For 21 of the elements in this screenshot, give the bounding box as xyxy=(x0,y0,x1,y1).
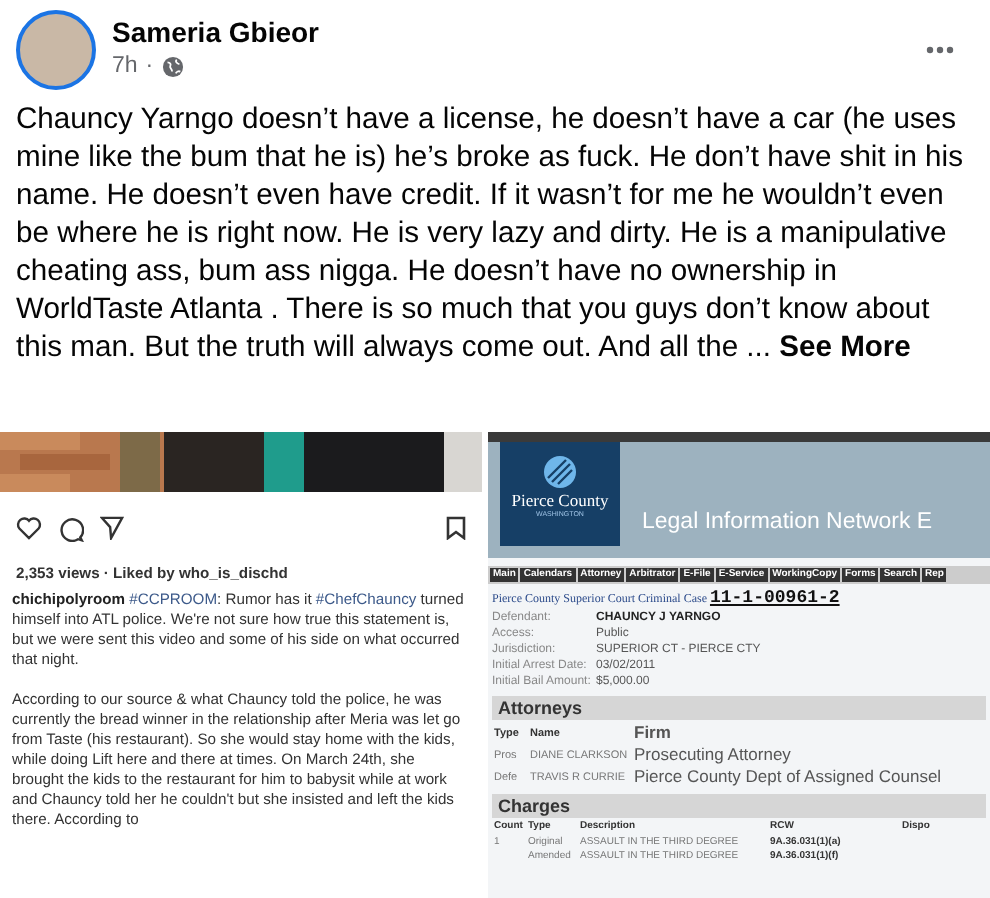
post-time[interactable]: 7h xyxy=(112,49,138,85)
logo-icon xyxy=(542,454,578,490)
case-number: 11-1-00961-2 xyxy=(709,588,840,608)
column-header: Firm xyxy=(634,722,673,744)
logo-text: Pierce County xyxy=(511,490,609,510)
comment-icon[interactable] xyxy=(58,515,84,541)
post-text: Chauncy Yarngo doesn’t have a license, he doesn’t have a car (he uses mine like the bum that he is) he’s broke as fuck. He don’t have shit in his name. He doesn’t even have credit. If it wasn’t for me he wouldn’t even be where he is right now. He is very lazy and dirty. He is a manipulative cheating ass, bum ass nigga. He doesn’t have no ownership in WorldTaste Atlanta . There is so much that you guys don’t know about this man. But the truth will always come out. And all the ... See More xyxy=(14,102,965,368)
table-cell-text: Prosecuting Attorney xyxy=(634,744,793,766)
table-cell-text: Pierce County Dept of Assigned Counsel xyxy=(634,766,944,788)
banner-title: Legal Information Network E xyxy=(642,514,933,530)
avatar[interactable] xyxy=(16,10,96,90)
section-header: Attorneys xyxy=(492,696,986,720)
see-more-link[interactable]: See More xyxy=(779,332,911,364)
author-name[interactable]: Sameria Gbieor xyxy=(112,15,910,50)
separator: · xyxy=(145,51,154,82)
send-icon[interactable] xyxy=(100,516,124,540)
bookmark-icon[interactable] xyxy=(446,516,466,540)
globe-icon xyxy=(161,56,184,78)
heart-icon[interactable] xyxy=(16,516,42,540)
section-header: Charges xyxy=(492,794,986,818)
more-icon[interactable] xyxy=(926,46,954,54)
